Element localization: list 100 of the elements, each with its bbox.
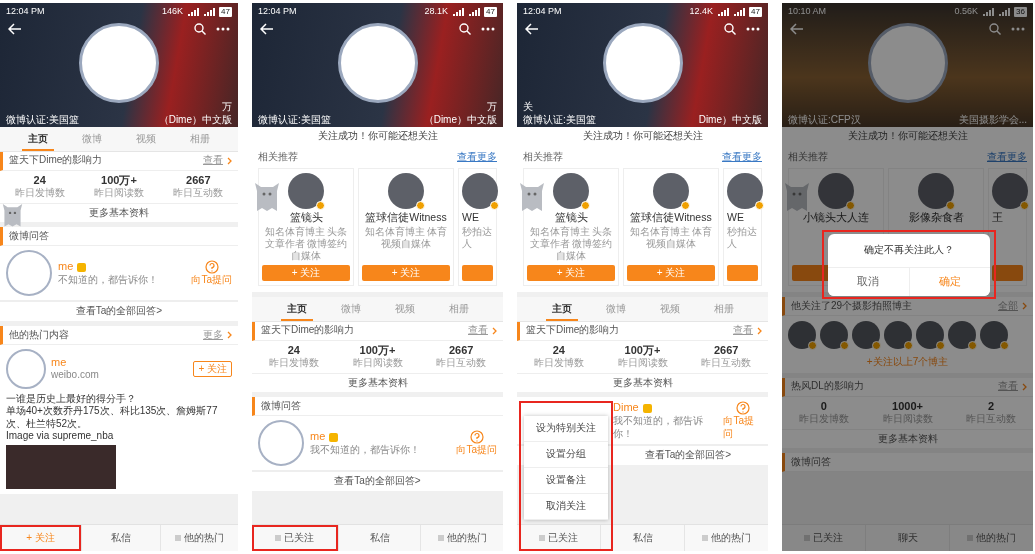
profile-tab[interactable]: 相册 (442, 302, 475, 321)
signal-icon (468, 7, 481, 16)
user-name: 篮镜头 (289, 211, 323, 225)
profile-tab[interactable]: 视频 (130, 132, 162, 151)
user-name: 篮球信徒Witness (365, 211, 447, 225)
all-answers-link[interactable]: 查看Ta的全部回答> (252, 471, 503, 491)
avatar-photo (462, 173, 498, 209)
search-icon[interactable] (459, 23, 471, 36)
view-link[interactable]: 查看 (733, 324, 762, 337)
back-icon[interactable] (525, 23, 539, 36)
section-title: 相关推荐 (788, 150, 828, 163)
stat-value: 100万+ (623, 343, 662, 358)
see-more-link[interactable]: 查看更多 (722, 150, 762, 163)
section-title: 他关注了29个摄影拍照博主 (791, 299, 913, 313)
profile-tab[interactable]: 相册 (184, 132, 216, 151)
intro-text: 我不知道的，都告诉你！ (613, 415, 704, 441)
mascot-icon (254, 181, 280, 211)
network-speed: 0.56K (954, 6, 979, 18)
signal-icon (187, 7, 200, 16)
bar-button[interactable]: 聊天 (865, 525, 949, 551)
mascot-icon (519, 181, 545, 211)
see-more-link[interactable]: 查看更多 (457, 150, 497, 163)
followed-button[interactable]: 已关注 (517, 525, 600, 551)
bar-button[interactable]: 他的热门 (684, 525, 768, 551)
bar-button[interactable]: 私信 (81, 525, 160, 551)
profile-caption: （Dime）中文版 (423, 114, 497, 127)
profile-tab[interactable]: 微博 (334, 302, 367, 321)
search-icon[interactable] (989, 23, 1001, 36)
profile-caption: 美国摄影学会... (958, 114, 1027, 127)
search-icon[interactable] (194, 23, 206, 36)
user-name: 篮球信徒Witness (630, 211, 712, 225)
signal-icon (717, 7, 730, 16)
stat-label: 昨日互动数 (172, 187, 225, 200)
section-title: 篮天下Dime的影响力 (526, 324, 620, 337)
see-more-link[interactable]: 查看更多 (987, 150, 1027, 163)
profile-tab[interactable]: 微博 (76, 132, 108, 151)
followed-button[interactable]: 已关注 (252, 525, 338, 551)
menu-item[interactable]: 设置备注 (524, 468, 608, 494)
menu-item[interactable]: 取消关注 (524, 494, 608, 520)
bar-button[interactable]: 他的热门 (420, 525, 503, 551)
back-icon[interactable] (8, 23, 22, 36)
profile-tab[interactable]: 主页 (545, 302, 578, 321)
follow-button[interactable]: + 关注 (262, 264, 350, 281)
more-icon[interactable] (216, 27, 230, 32)
profile-caption: 微博认证:美国篮 (6, 114, 79, 127)
follow-success-notice: 关注成功！你可能还想关注 (517, 127, 768, 146)
profile-tab[interactable]: 相册 (707, 302, 740, 321)
section-title: 篮天下Dime的影响力 (9, 154, 103, 167)
avatar-photo (727, 173, 763, 209)
follow-button[interactable]: + 关注 (362, 264, 450, 281)
profile-caption: 万 (487, 101, 497, 114)
more-info-link[interactable]: 更多基本资料 (252, 372, 503, 393)
menu-item[interactable]: 设置分组 (524, 442, 608, 468)
menu-item[interactable]: 设为特别关注 (524, 416, 608, 442)
more-info-link[interactable]: 更多基本资料 (517, 372, 768, 393)
bar-button[interactable]: 他的热门 (949, 525, 1033, 551)
follow-button[interactable]: + 关注 (627, 264, 715, 281)
more-icon[interactable] (481, 27, 495, 32)
user-name: 影像杂食者 (908, 211, 964, 225)
profile-tab[interactable]: 主页 (22, 132, 54, 151)
ask-link[interactable]: 向Ta提问 (456, 444, 497, 457)
search-icon[interactable] (724, 23, 736, 36)
chevron-icon (227, 156, 232, 165)
follow-all-link[interactable]: +关注以上7个博主 (782, 354, 1033, 373)
stat-label: 昨日发博数 (532, 357, 585, 370)
bar-button[interactable]: 私信 (600, 525, 684, 551)
network-speed: 12.4K (689, 6, 714, 18)
user-description: 秒拍达人 (727, 226, 758, 251)
avatar-photo (818, 173, 854, 209)
more-icon[interactable] (746, 27, 760, 32)
view-link[interactable]: 查看 (468, 324, 497, 337)
stat-value: 24 (551, 343, 566, 358)
profile-caption: 关 (523, 101, 533, 114)
follow-button[interactable]: + 关注 (0, 525, 82, 551)
confirm-button[interactable]: 确定 (908, 267, 990, 296)
followed-button[interactable]: 已关注 (782, 525, 865, 551)
profile-tab[interactable]: 视频 (388, 302, 421, 321)
ask-link[interactable]: 向Ta提问 (191, 274, 232, 287)
ask-link[interactable]: 向Ta提问 (723, 415, 762, 441)
stat-label: 昨日阅读数 (351, 357, 404, 370)
bar-button[interactable]: 私信 (337, 525, 421, 551)
all-answers-link[interactable]: 查看Ta的全部回答> (0, 301, 238, 321)
post-text: Image via supreme_nba (5, 430, 115, 443)
follow-button[interactable]: + 关注 (193, 360, 232, 377)
mascot-icon (784, 181, 810, 211)
profile-tab[interactable]: 微博 (599, 302, 632, 321)
more-link[interactable]: 更多 (203, 328, 232, 341)
back-icon[interactable] (260, 23, 274, 36)
follow-button[interactable]: + 关注 (527, 264, 615, 281)
profile-tab[interactable]: 视频 (653, 302, 686, 321)
stat-value: 100万+ (100, 173, 138, 188)
bar-button[interactable]: 他的热门 (159, 525, 238, 551)
profile-caption: （Dime）中文版 (158, 114, 232, 127)
more-info-link[interactable]: 更多基本资料 (782, 428, 1033, 449)
dialog-message: 确定不再关注此人？ (863, 243, 955, 257)
section-title: 微博问答 (791, 456, 831, 469)
profile-caption: 万 (222, 101, 232, 114)
battery-level: 47 (484, 6, 497, 17)
view-link[interactable]: 查看 (203, 154, 232, 167)
profile-tab[interactable]: 主页 (280, 302, 313, 321)
